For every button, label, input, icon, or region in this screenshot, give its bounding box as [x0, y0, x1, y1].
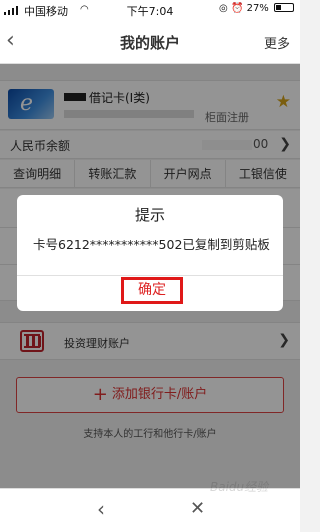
confirm-button[interactable]: 确定: [121, 277, 183, 304]
chevron-left-icon[interactable]: ‹: [97, 497, 105, 521]
close-icon[interactable]: ✕: [190, 498, 205, 519]
battery-percent: 27%: [246, 3, 269, 14]
more-button[interactable]: 更多: [264, 33, 290, 52]
lock-icon: ◎: [219, 3, 228, 14]
page-title: 我的账户: [119, 34, 180, 52]
status-bar: 中国移动 ◠ 下午7:04 ◎ ⏰ 27%: [0, 0, 300, 20]
nav-bar: ‹ 我的账户 更多: [0, 20, 300, 64]
alarm-icon: ⏰: [230, 3, 244, 14]
dialog-divider: [17, 275, 283, 276]
status-right: ◎ ⏰ 27%: [219, 3, 294, 14]
dialog-title: 提示: [134, 206, 165, 224]
alert-dialog: 提示 卡号6212***********502已复制到剪贴板 确定: [17, 195, 283, 311]
battery-icon: [274, 3, 294, 12]
dialog-message: 卡号6212***********502已复制到剪贴板: [33, 237, 270, 252]
